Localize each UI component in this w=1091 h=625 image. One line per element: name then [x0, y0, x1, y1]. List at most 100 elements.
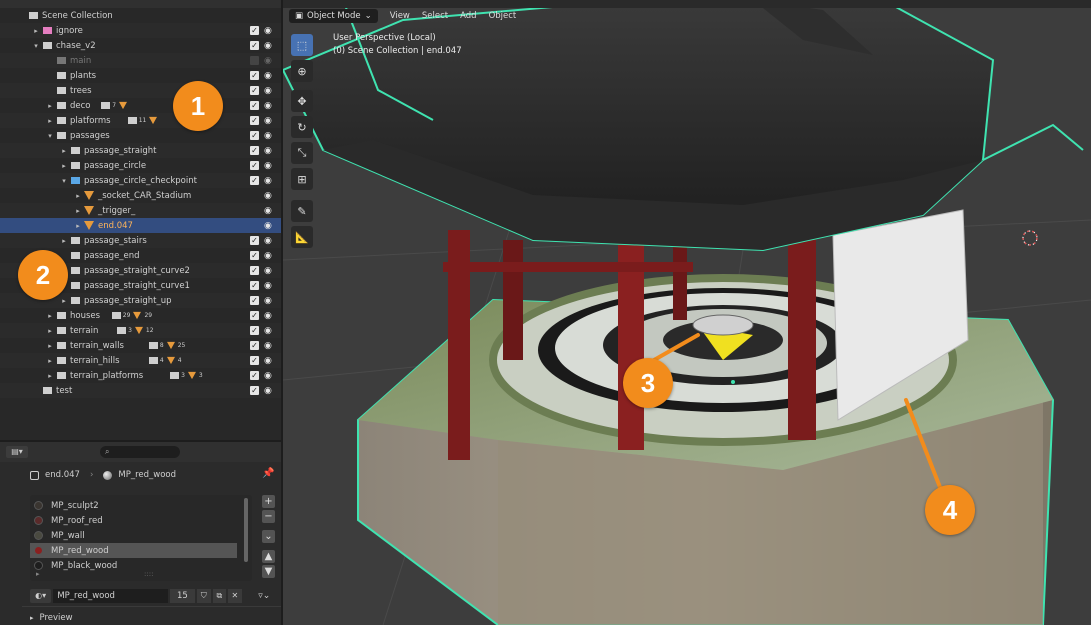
exclude-checkbox[interactable]: ✓	[250, 101, 259, 110]
eye-icon[interactable]: ◉	[264, 251, 272, 261]
move-tool-icon[interactable]: ✥	[291, 90, 313, 112]
eye-icon[interactable]: ◉	[264, 161, 272, 171]
chevron-right-icon[interactable]: ▸	[32, 27, 40, 35]
outliner-row-passages[interactable]: ▾ passages ✓ ◉	[0, 128, 281, 143]
chevron-down-icon[interactable]: ▾	[46, 132, 54, 140]
outliner-row-chase-v2[interactable]: ▾ chase_v2 ✓ ◉	[0, 38, 281, 53]
outliner-row-deco[interactable]: ▸ deco 7 ✓ ◉	[0, 98, 281, 113]
menu-object[interactable]: Object	[489, 11, 517, 21]
exclude-checkbox[interactable]: ✓	[250, 311, 259, 320]
exclude-checkbox[interactable]: ✓	[250, 326, 259, 335]
exclude-checkbox[interactable]: ✓	[250, 341, 259, 350]
outliner-row-passage-circle[interactable]: ▸ passage_circle ✓ ◉	[0, 158, 281, 173]
exclude-checkbox[interactable]: ✓	[250, 386, 259, 395]
material-slot-mp-sculpt2[interactable]: MP_sculpt2	[30, 498, 237, 513]
outliner-row-passage-circle-checkpoint[interactable]: ▾ passage_circle_checkpoint ✓ ◉	[0, 173, 281, 188]
menu-add[interactable]: Add	[460, 11, 476, 21]
eye-icon[interactable]: ◉	[264, 176, 272, 186]
outliner-row-main[interactable]: main ◉	[0, 53, 281, 68]
scale-tool-icon[interactable]: ⤡	[291, 142, 313, 164]
eye-icon[interactable]: ◉	[264, 296, 272, 306]
outliner-row-terrain-platforms[interactable]: ▸ terrain_platforms 3 3 ✓ ◉	[0, 368, 281, 383]
pin-icon[interactable]: 📌	[262, 468, 274, 479]
outliner-row-terrain[interactable]: ▸ terrain 3 12 ✓ ◉	[0, 323, 281, 338]
3d-viewport[interactable]: ▣ Object Mode ⌄ View Select Add Object ⬚…	[283, 0, 1091, 625]
move-slot-up-button[interactable]: ▲	[262, 550, 275, 563]
rotate-tool-icon[interactable]: ↻	[291, 116, 313, 138]
material-users-count[interactable]: 15	[169, 589, 195, 603]
exclude-checkbox[interactable]: ✓	[250, 161, 259, 170]
outliner-row-trees[interactable]: trees ✓ ◉	[0, 83, 281, 98]
exclude-checkbox[interactable]: ✓	[250, 86, 259, 95]
outliner-row-test[interactable]: test ✓ ◉	[0, 383, 281, 398]
chevron-right-icon[interactable]: ▸	[46, 357, 54, 365]
outliner-row-platforms[interactable]: ▸ platforms 11 ✓ ◉	[0, 113, 281, 128]
eye-icon[interactable]: ◉	[264, 356, 272, 366]
menu-select[interactable]: Select	[422, 11, 448, 21]
list-expand-icon[interactable]: ▸	[36, 570, 40, 578]
eye-icon[interactable]: ◉	[264, 266, 272, 276]
unlink-material-icon[interactable]: ✕	[228, 589, 242, 603]
select-box-tool-icon[interactable]: ⬚	[291, 34, 313, 56]
chevron-right-icon[interactable]: ▸	[60, 237, 68, 245]
chevron-right-icon[interactable]: ▸	[60, 297, 68, 305]
exclude-checkbox[interactable]	[250, 56, 259, 65]
remove-slot-button[interactable]: −	[262, 510, 275, 523]
exclude-checkbox[interactable]: ✓	[250, 281, 259, 290]
outliner-row-ignore[interactable]: ▸ ignore ✓ ◉	[0, 23, 281, 38]
exclude-checkbox[interactable]: ✓	[250, 71, 259, 80]
move-slot-down-button[interactable]: ▼	[262, 565, 275, 578]
eye-icon[interactable]: ◉	[264, 386, 272, 396]
menu-view[interactable]: View	[390, 11, 410, 21]
chevron-right-icon[interactable]: ▸	[46, 327, 54, 335]
eye-icon[interactable]: ◉	[264, 311, 272, 321]
eye-icon[interactable]: ◉	[264, 56, 272, 66]
eye-icon[interactable]: ◉	[264, 146, 272, 156]
cursor-tool-icon[interactable]: ⊕	[291, 60, 313, 82]
material-slot-mp-black-wood[interactable]: MP_black_wood	[30, 558, 237, 573]
eye-icon[interactable]: ◉	[264, 341, 272, 351]
chevron-right-icon[interactable]: ▸	[60, 147, 68, 155]
fake-user-shield-icon[interactable]: ⛉	[196, 589, 211, 603]
transform-tool-icon[interactable]: ⊞	[291, 168, 313, 190]
exclude-checkbox[interactable]: ✓	[250, 41, 259, 50]
chevron-right-icon[interactable]: ▸	[46, 312, 54, 320]
object-mode-dropdown[interactable]: ▣ Object Mode ⌄	[289, 9, 378, 23]
chevron-right-icon[interactable]: ▸	[46, 117, 54, 125]
chevron-right-icon[interactable]: ▸	[74, 222, 82, 230]
eye-icon[interactable]: ◉	[264, 41, 272, 51]
outliner-row-houses[interactable]: ▸ houses 29 29 ✓ ◉	[0, 308, 281, 323]
outliner-row-terrain-walls[interactable]: ▸ terrain_walls 8 25 ✓ ◉	[0, 338, 281, 353]
chevron-down-icon[interactable]: ▾	[32, 42, 40, 50]
duplicate-material-icon[interactable]: ⧉	[212, 589, 227, 603]
editor-type-menu[interactable]: ▤▾	[6, 446, 28, 458]
chevron-right-icon[interactable]: ▸	[74, 192, 82, 200]
eye-icon[interactable]: ◉	[264, 221, 272, 231]
outliner-row--socket-car-stadium[interactable]: ▸ _socket_CAR_Stadium ◉	[0, 188, 281, 203]
annotate-tool-icon[interactable]: ✎	[291, 200, 313, 222]
exclude-checkbox[interactable]: ✓	[250, 116, 259, 125]
material-slot-mp-wall[interactable]: MP_wall	[30, 528, 237, 543]
eye-icon[interactable]: ◉	[264, 86, 272, 96]
preview-panel-header[interactable]: ▸ Preview	[30, 613, 73, 623]
outliner-row-passage-straight[interactable]: ▸ passage_straight ✓ ◉	[0, 143, 281, 158]
chevron-down-icon[interactable]: ▾	[60, 177, 68, 185]
eye-icon[interactable]: ◉	[264, 116, 272, 126]
exclude-checkbox[interactable]: ✓	[250, 251, 259, 260]
eye-icon[interactable]: ◉	[264, 26, 272, 36]
link-mode-icon[interactable]: ▿⌄	[254, 589, 275, 603]
slot-list-scrollbar[interactable]	[244, 498, 248, 562]
eye-icon[interactable]: ◉	[264, 281, 272, 291]
outliner-row-passage-stairs[interactable]: ▸ passage_stairs ✓ ◉	[0, 233, 281, 248]
exclude-checkbox[interactable]: ✓	[250, 146, 259, 155]
eye-icon[interactable]: ◉	[264, 131, 272, 141]
exclude-checkbox[interactable]: ✓	[250, 356, 259, 365]
exclude-checkbox[interactable]: ✓	[250, 296, 259, 305]
properties-search-input[interactable]: ⌕	[100, 446, 180, 458]
eye-icon[interactable]: ◉	[264, 326, 272, 336]
material-browse-icon[interactable]: ◐▾	[30, 589, 52, 603]
outliner-row-plants[interactable]: plants ✓ ◉	[0, 68, 281, 83]
exclude-checkbox[interactable]: ✓	[250, 131, 259, 140]
outliner-row--trigger-[interactable]: ▸ _trigger_ ◉	[0, 203, 281, 218]
chevron-right-icon[interactable]: ▸	[46, 372, 54, 380]
